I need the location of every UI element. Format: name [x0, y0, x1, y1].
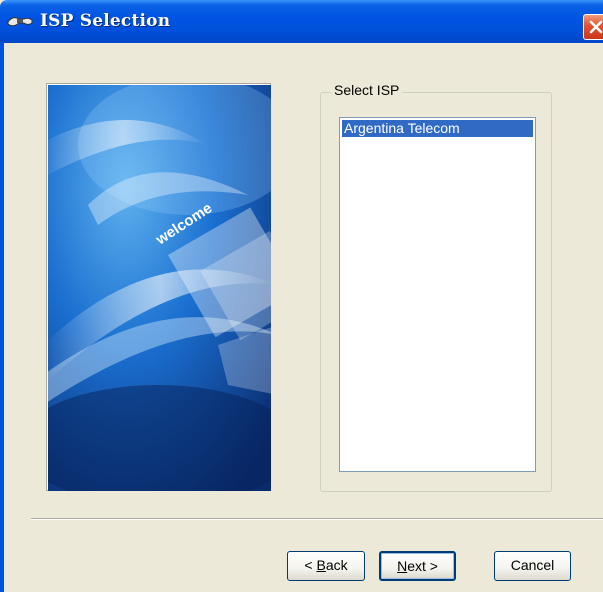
isp-list[interactable]: Argentina Telecom	[339, 117, 536, 472]
window-border	[0, 43, 4, 592]
close-icon	[589, 20, 603, 34]
window-title: ISP Selection	[40, 11, 171, 31]
back-button-prefix: <	[304, 557, 317, 573]
network-cable-icon	[7, 13, 33, 29]
cancel-button[interactable]: Cancel	[494, 551, 571, 581]
isp-group-label: Select ISP	[331, 82, 403, 98]
title-bar[interactable]: ISP Selection	[0, 0, 603, 43]
separator	[31, 518, 603, 520]
isp-list-item[interactable]: Argentina Telecom	[342, 120, 533, 137]
welcome-image: welcome	[46, 83, 271, 491]
next-button-label: ext >	[407, 558, 438, 574]
back-button[interactable]: < Back	[287, 551, 365, 581]
back-button-label: ack	[325, 557, 348, 573]
next-button-accel: N	[397, 558, 408, 574]
close-button[interactable]	[583, 14, 603, 40]
next-button[interactable]: Next >	[379, 551, 456, 581]
back-button-accel: B	[316, 557, 326, 573]
